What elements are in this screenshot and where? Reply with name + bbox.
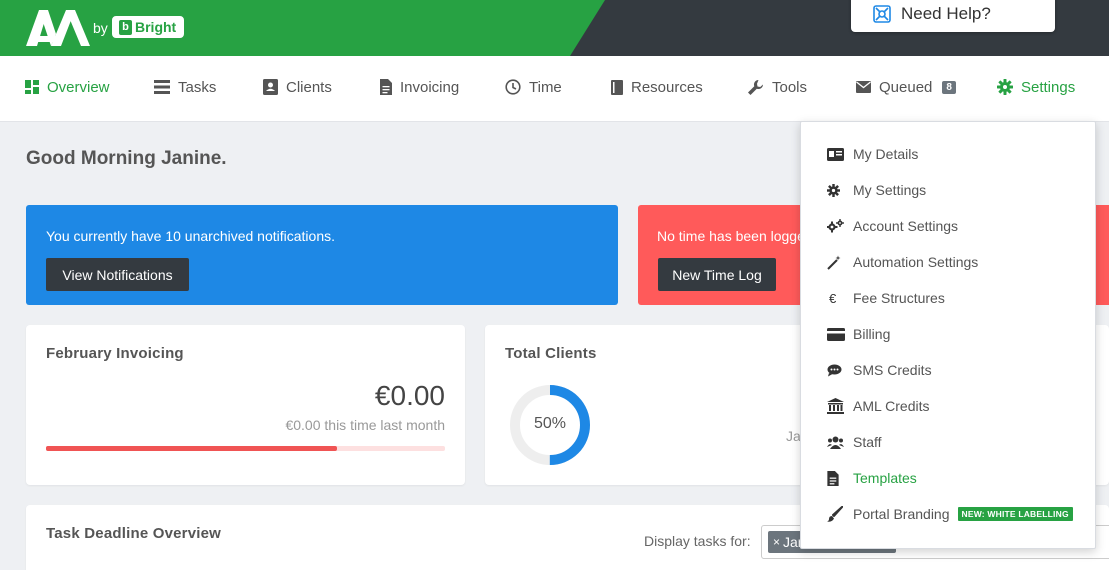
header-brand-band (0, 0, 605, 56)
top-header: by b Bright Need Help? (0, 0, 1109, 56)
invoicing-card: February Invoicing €0.00 €0.00 this time… (26, 325, 465, 485)
bright-logo: b Bright (112, 16, 185, 38)
paintbrush-icon (827, 506, 843, 522)
nav-label: Settings (1021, 78, 1076, 96)
euro-icon: € (829, 290, 837, 306)
bright-label: Bright (135, 19, 177, 35)
nav-label: Overview (47, 78, 110, 96)
nav-label: Tasks (178, 78, 217, 96)
menu-item-label: AML Credits (853, 398, 930, 414)
menu-item-aml-credits[interactable]: AML Credits (827, 394, 930, 418)
task-deadline-title: Task Deadline Overview (46, 525, 222, 542)
nav-item-clients[interactable]: Clients (263, 56, 332, 118)
need-help-label: Need Help? (901, 4, 991, 23)
main-nav: Overview Tasks Clients Invoicing Time Re… (0, 56, 1109, 122)
envelope-icon (856, 81, 871, 93)
menu-item-label: SMS Credits (853, 362, 932, 378)
by-label: by (93, 20, 108, 36)
menu-item-label: My Details (853, 146, 919, 162)
menu-item-automation-settings[interactable]: Automation Settings (827, 250, 978, 274)
clock-icon (505, 79, 521, 95)
remove-tag-icon[interactable]: × (773, 535, 780, 549)
wrench-icon (748, 79, 764, 95)
menu-item-label: Fee Structures (853, 290, 945, 306)
menu-item-fee-structures[interactable]: € Fee Structures (827, 286, 945, 310)
gear-icon (827, 183, 840, 197)
lifebuoy-icon (873, 5, 891, 23)
new-time-log-button[interactable]: New Time Log (658, 258, 776, 291)
new-feature-badge: NEW: WHITE LABELLING (957, 507, 1073, 521)
notifications-alert: You currently have 10 unarchived notific… (26, 205, 618, 305)
nav-item-tasks[interactable]: Tasks (154, 56, 216, 118)
contact-card-icon (263, 79, 278, 95)
queued-count-badge: 8 (942, 80, 956, 94)
nav-item-settings[interactable]: Settings (997, 56, 1075, 118)
notifications-alert-text: You currently have 10 unarchived notific… (46, 228, 335, 244)
magic-wand-icon (827, 255, 841, 270)
nav-item-overview[interactable]: Overview (25, 56, 110, 118)
book-icon (611, 79, 623, 95)
list-icon (154, 80, 170, 94)
nav-item-invoicing[interactable]: Invoicing (380, 56, 459, 118)
dashboard-icon (25, 80, 39, 94)
gears-icon (827, 219, 844, 233)
app-logo-icon[interactable] (26, 10, 90, 46)
nav-item-tools[interactable]: Tools (747, 56, 807, 118)
credit-card-icon (827, 327, 845, 341)
nav-label: Clients (286, 78, 332, 96)
gear-icon (997, 79, 1013, 95)
invoicing-subtext: €0.00 this time last month (285, 417, 445, 433)
menu-item-portal-branding[interactable]: Portal Branding NEW: WHITE LABELLING (827, 502, 1073, 526)
settings-dropdown-menu: My Details My Settings Account Settings … (800, 121, 1096, 549)
nav-label: Queued (879, 78, 933, 96)
menu-item-my-details[interactable]: My Details (827, 142, 918, 166)
clients-percent-label: 50% (533, 415, 567, 432)
clients-partial-label: Ja (786, 428, 801, 444)
clients-card-title: Total Clients (505, 345, 597, 362)
users-icon (827, 436, 844, 449)
invoicing-progress-track (46, 446, 445, 451)
menu-item-label: Staff (853, 434, 882, 450)
nav-item-queued[interactable]: Queued 8 (856, 56, 956, 118)
invoicing-card-title: February Invoicing (46, 345, 184, 362)
bright-b-icon: b (119, 19, 132, 35)
id-card-icon (827, 147, 844, 161)
nav-label: Resources (631, 78, 703, 96)
menu-item-label: Portal Branding (853, 506, 950, 522)
menu-item-templates[interactable]: Templates (827, 466, 917, 490)
invoicing-progress-fill (46, 446, 338, 451)
menu-item-account-settings[interactable]: Account Settings (827, 214, 958, 238)
menu-item-label: Account Settings (853, 218, 959, 234)
page-greeting: Good Morning Janine. (26, 148, 227, 169)
nav-item-resources[interactable]: Resources (611, 56, 703, 118)
need-help-button[interactable]: Need Help? (851, 0, 1055, 32)
nav-label: Time (529, 78, 562, 96)
menu-item-label: Templates (853, 470, 917, 486)
comment-icon (827, 364, 842, 376)
menu-item-label: Automation Settings (853, 254, 979, 270)
display-tasks-label: Display tasks for: (644, 533, 751, 549)
menu-item-my-settings[interactable]: My Settings (827, 178, 926, 202)
menu-item-billing[interactable]: Billing (827, 322, 890, 346)
file-icon (827, 470, 839, 486)
time-alert-text: No time has been logge (657, 228, 805, 244)
nav-label: Invoicing (400, 78, 460, 96)
document-icon (380, 79, 392, 95)
menu-item-staff[interactable]: Staff (827, 430, 882, 454)
menu-item-label: Billing (853, 326, 891, 342)
view-notifications-button[interactable]: View Notifications (46, 258, 189, 291)
nav-item-time[interactable]: Time (505, 56, 562, 118)
invoicing-amount: €0.00 (374, 380, 445, 411)
menu-item-label: My Settings (853, 182, 927, 198)
menu-item-sms-credits[interactable]: SMS Credits (827, 358, 932, 382)
bank-icon (827, 398, 844, 414)
nav-label: Tools (772, 78, 808, 96)
